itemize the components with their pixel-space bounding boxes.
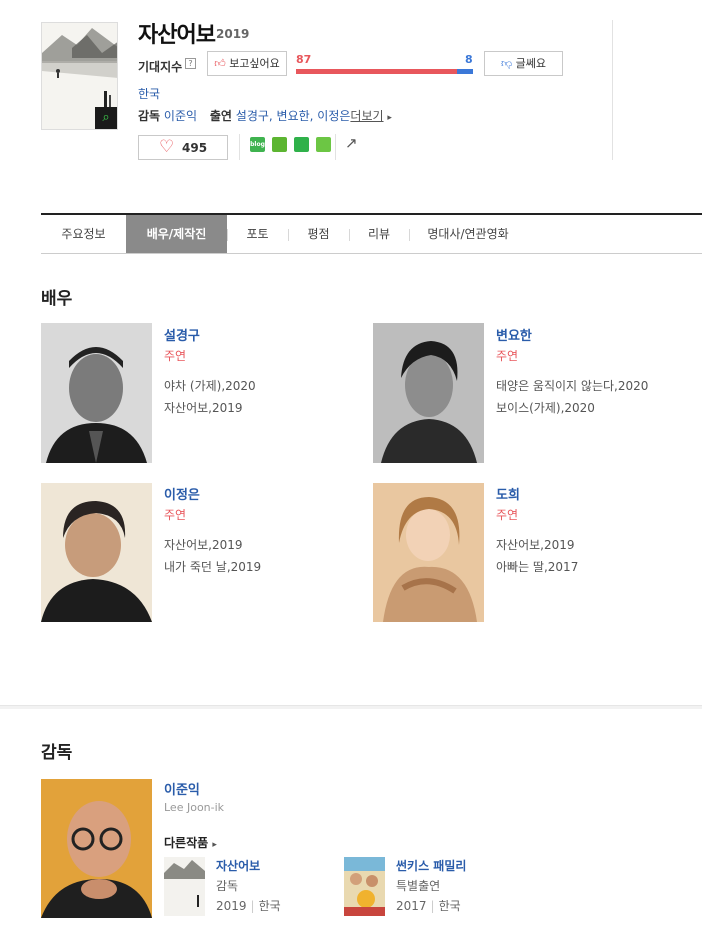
actor-photo[interactable] — [373, 323, 484, 463]
movie-year: 2019 — [216, 27, 250, 41]
kakaostory-icon[interactable] — [272, 137, 287, 152]
cast-links[interactable]: 설경구, 변요한, 이정은 — [236, 109, 351, 123]
want-ratio-bar — [296, 69, 457, 74]
actor-work: 자산어보,2019 — [164, 401, 243, 415]
movie-title: 자산어보 — [138, 23, 216, 48]
tab-separator — [227, 229, 228, 241]
actor-work: 자산어보,2019 — [496, 538, 575, 552]
country-link[interactable]: 한국 — [138, 85, 160, 102]
zoom-icon[interactable]: ⌕ — [95, 107, 117, 129]
director-label: 감독 — [138, 109, 161, 123]
tab-separator — [288, 229, 289, 241]
want-to-see-button[interactable]: 👍︎ 보고싶어요 — [207, 51, 287, 76]
director-photo[interactable] — [41, 779, 152, 918]
tab-item[interactable]: 포토 — [227, 215, 288, 253]
director-section-title: 감독 — [41, 743, 73, 763]
actor-photo-image — [373, 483, 484, 622]
tab-item[interactable]: 배우/제작진 — [126, 215, 227, 253]
director-english-name: Lee Joon-ik — [164, 801, 225, 814]
actor-photo[interactable] — [41, 323, 152, 463]
actor-work: 야차 (가제),2020 — [164, 379, 256, 393]
work-title[interactable]: 썬키스 패밀리 — [396, 857, 466, 874]
not-sure-button[interactable]: 👎︎ 글쎄요 — [484, 51, 563, 76]
tab-separator — [349, 229, 350, 241]
cast-label: 출연 — [209, 109, 232, 123]
actor-photo[interactable] — [373, 483, 484, 622]
actor-name[interactable]: 변요한 — [496, 325, 532, 344]
thumbs-up-icon: 👍︎ — [214, 57, 226, 70]
actors-section-title: 배우 — [41, 289, 73, 309]
work-country: 한국 — [438, 899, 461, 913]
want-label: 보고싶어요 — [229, 57, 280, 70]
chevron-right-icon: ▸ — [212, 840, 217, 850]
like-count: 495 — [182, 141, 208, 155]
work-poster-image — [344, 857, 385, 916]
actor-photo-image — [41, 323, 152, 463]
actor-role: 주연 — [496, 508, 519, 522]
movie-poster[interactable]: ⌕ — [41, 22, 118, 130]
section-divider — [0, 705, 702, 709]
actor-work: 보이스(가제),2020 — [496, 401, 595, 415]
tab-item[interactable]: 리뷰 — [349, 215, 409, 253]
nope-ratio-bar — [457, 69, 473, 74]
actor-work: 아빠는 딸,2017 — [496, 560, 579, 574]
actor-photo-image — [41, 483, 152, 622]
divider — [239, 134, 240, 160]
chevron-right-icon: ▸ — [387, 113, 392, 123]
actor-role: 주연 — [164, 508, 187, 522]
actor-work: 내가 죽던 날,2019 — [164, 560, 262, 574]
tab-separator — [409, 229, 410, 241]
work-meta: 2017 | 한국 — [396, 899, 461, 913]
tab-item[interactable]: 명대사/연관영화 — [409, 215, 527, 253]
work-poster[interactable] — [164, 857, 205, 916]
nope-count: 8 — [465, 53, 473, 66]
nope-label: 글쎄요 — [515, 57, 547, 70]
bookmark-icon[interactable] — [294, 137, 309, 152]
more-link[interactable]: 더보기 — [350, 109, 383, 123]
work-country: 한국 — [258, 899, 281, 913]
share-icon[interactable]: ↗ — [345, 134, 358, 152]
actor-name[interactable]: 설경구 — [164, 325, 200, 344]
work-title[interactable]: 자산어보 — [216, 857, 260, 874]
work-meta: 2019 | 한국 — [216, 899, 281, 913]
actor-name[interactable]: 도희 — [496, 484, 520, 503]
crew-line: 감독 이준익 출연 설경구, 변요한, 이정은더보기 ▸ — [138, 107, 392, 124]
director-name[interactable]: 이준익 — [164, 779, 200, 798]
other-works-label[interactable]: 다른작품 ▸ — [164, 834, 217, 851]
actor-work: 태양은 움직이지 않는다,2020 — [496, 379, 649, 393]
thumbs-down-icon: 👎︎ — [500, 57, 513, 70]
work-role: 감독 — [216, 879, 239, 893]
memo-icon[interactable] — [316, 137, 331, 152]
work-year: 2017 — [396, 899, 427, 913]
work-year: 2019 — [216, 899, 247, 913]
actor-photo-image — [373, 323, 484, 463]
blog-icon[interactable]: blog — [250, 137, 265, 152]
tabs-bottom-border — [41, 253, 702, 254]
work-role: 특별출연 — [396, 879, 441, 893]
want-count: 87 — [296, 53, 312, 66]
director-link[interactable]: 이준익 — [164, 109, 197, 123]
other-works-text: 다른작품 — [164, 836, 209, 850]
actor-work: 자산어보,2019 — [164, 538, 243, 552]
like-button[interactable]: ♡ 495 — [138, 135, 228, 160]
actor-role: 주연 — [496, 349, 519, 363]
work-poster-image — [164, 857, 205, 916]
expect-label: 기대지수 — [138, 60, 183, 74]
work-poster[interactable] — [344, 857, 385, 916]
header-divider — [612, 20, 613, 160]
help-icon[interactable]: ? — [185, 58, 196, 69]
actor-role: 주연 — [164, 349, 187, 363]
director-photo-image — [41, 779, 152, 918]
actor-photo[interactable] — [41, 483, 152, 622]
actor-name[interactable]: 이정은 — [164, 484, 200, 503]
heart-icon: ♡ — [159, 137, 175, 157]
divider — [335, 134, 336, 160]
tab-item[interactable]: 평점 — [288, 215, 349, 253]
tab-item[interactable]: 주요정보 — [41, 215, 126, 253]
